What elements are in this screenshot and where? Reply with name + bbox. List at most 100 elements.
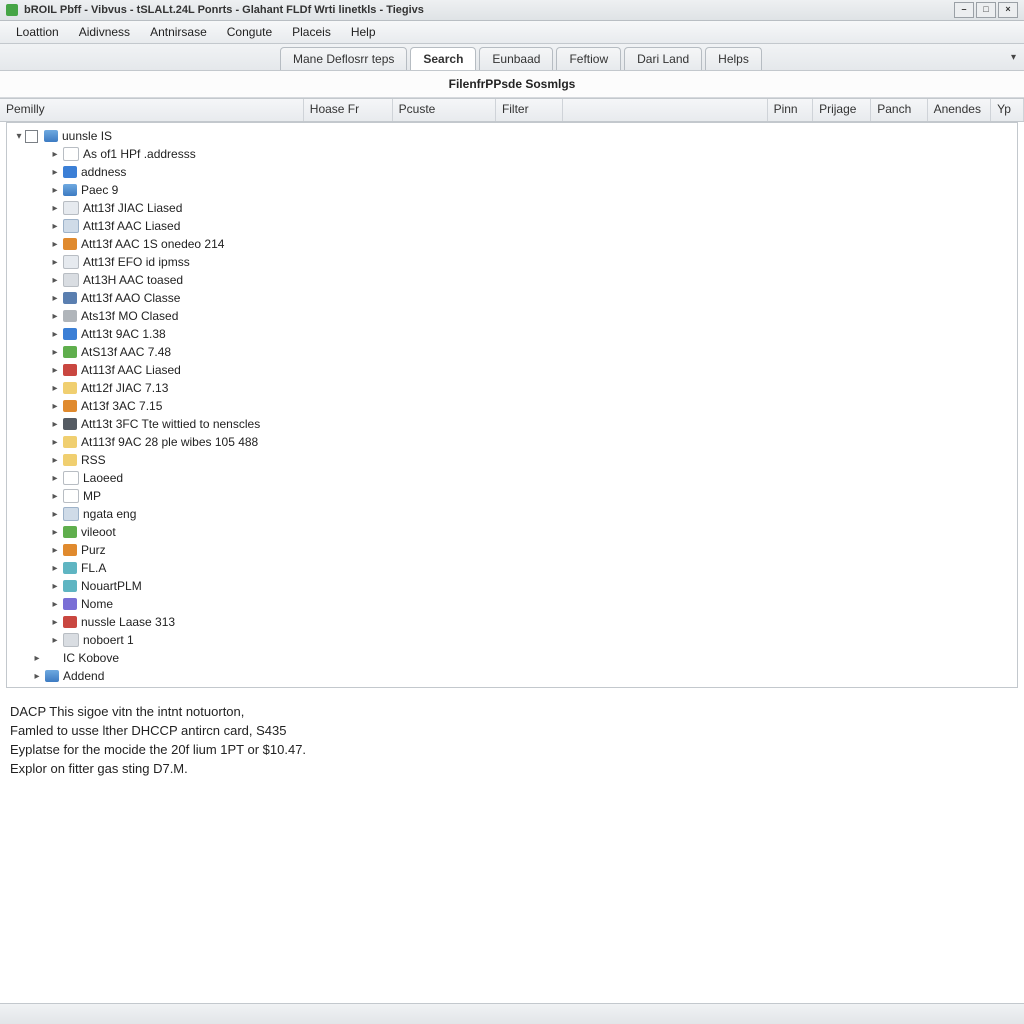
expand-icon[interactable]: ▸ <box>49 185 61 196</box>
node-icon <box>63 184 77 196</box>
tree-node[interactable]: ▸Att13t 3FC Tte wittied to nenscles <box>7 415 1017 433</box>
tree-node[interactable]: ▸FL.A <box>7 559 1017 577</box>
tree-node[interactable]: ▸NouartPLM <box>7 577 1017 595</box>
expand-icon[interactable]: ▸ <box>31 671 43 682</box>
node-icon <box>45 652 59 664</box>
tree-node[interactable]: ▸Paec 9 <box>7 181 1017 199</box>
menu-item[interactable]: Help <box>341 23 386 41</box>
minimize-button[interactable]: – <box>954 2 974 18</box>
node-label: Laoeed <box>83 471 123 485</box>
node-label: Att12f JIAC 7.13 <box>81 381 168 395</box>
expand-icon[interactable]: ▸ <box>49 635 61 646</box>
menu-item[interactable]: Congute <box>217 23 282 41</box>
expand-icon[interactable]: ▸ <box>49 347 61 358</box>
expand-icon[interactable]: ▸ <box>49 221 61 232</box>
tree-node[interactable]: ▸Ats13f MO Clased <box>7 307 1017 325</box>
expand-icon[interactable]: ▸ <box>49 167 61 178</box>
menu-item[interactable]: Loattion <box>6 23 69 41</box>
tree-node[interactable]: ▾uunsle IS <box>7 127 1017 145</box>
tree-node[interactable]: ▸At13f 3AC 7.15 <box>7 397 1017 415</box>
expand-icon[interactable]: ▸ <box>49 599 61 610</box>
tree-panel[interactable]: ▾uunsle IS▸As of1 HPf .addresss▸addness▸… <box>6 122 1018 688</box>
menu-item[interactable]: Placeis <box>282 23 341 41</box>
tree-node[interactable]: ▸MP <box>7 487 1017 505</box>
collapse-icon[interactable]: ▾ <box>13 131 25 142</box>
expand-icon[interactable]: ▸ <box>49 275 61 286</box>
tree-node[interactable]: ▸ Att12f JIAC 7.13 <box>7 379 1017 397</box>
expand-icon[interactable]: ▸ <box>49 365 61 376</box>
node-label: As of1 HPf .addresss <box>83 147 196 161</box>
expand-icon[interactable]: ▸ <box>49 383 61 394</box>
tree-node[interactable]: ▸IC Kobove <box>7 649 1017 667</box>
close-button[interactable]: × <box>998 2 1018 18</box>
column-header[interactable]: Pcuste <box>393 99 496 121</box>
expand-icon[interactable]: ▸ <box>49 545 61 556</box>
column-header[interactable]: Hoase Fr <box>304 99 393 121</box>
node-icon <box>63 544 77 556</box>
expand-icon[interactable]: ▸ <box>31 653 43 664</box>
expand-icon[interactable]: ▸ <box>49 419 61 430</box>
tree-node[interactable]: ▸Purz <box>7 541 1017 559</box>
expand-icon[interactable]: ▸ <box>49 473 61 484</box>
tree-node[interactable]: ▸At113f AAC Liased <box>7 361 1017 379</box>
tab-overflow-icon[interactable]: ▾ <box>1011 52 1016 63</box>
tree-node[interactable]: ▸Att13f AAO Classe <box>7 289 1017 307</box>
tree-node[interactable]: ▸RSS <box>7 451 1017 469</box>
tree-node[interactable]: ▸vileoot <box>7 523 1017 541</box>
expand-icon[interactable]: ▸ <box>49 563 61 574</box>
tree-node[interactable]: ▸Addend <box>7 667 1017 685</box>
node-icon <box>63 147 79 161</box>
tab[interactable]: Search <box>410 47 476 70</box>
column-header[interactable]: Anendes <box>928 99 992 121</box>
tree-node[interactable]: ▸Att13f JIAC Liased <box>7 199 1017 217</box>
expand-icon[interactable]: ▸ <box>49 527 61 538</box>
column-header[interactable]: Filter <box>496 99 563 121</box>
tree-node[interactable]: ▸addness <box>7 163 1017 181</box>
expand-icon[interactable]: ▸ <box>49 401 61 412</box>
expand-icon[interactable]: ▸ <box>49 491 61 502</box>
tree-node[interactable]: ▸Att13f AAC 1S onedeo 214 <box>7 235 1017 253</box>
tree-node[interactable]: ▸noboert 1 <box>7 631 1017 649</box>
expand-icon[interactable]: ▸ <box>49 257 61 268</box>
expand-icon[interactable]: ▸ <box>49 455 61 466</box>
tab[interactable]: Eunbaad <box>479 47 553 70</box>
tab[interactable]: Feftiow <box>556 47 621 70</box>
tree-node[interactable]: ▸ Laoeed <box>7 469 1017 487</box>
node-icon <box>63 364 77 376</box>
column-header[interactable]: Pemilly <box>0 99 304 121</box>
column-header[interactable]: Panch <box>871 99 927 121</box>
tree-node[interactable]: ▸ngata eng <box>7 505 1017 523</box>
expand-icon[interactable]: ▸ <box>49 311 61 322</box>
tree-node[interactable]: ▸AtS13f AAC 7.48 <box>7 343 1017 361</box>
tree-node[interactable]: ▸At113f 9AC 28 ple wibes 105 488 <box>7 433 1017 451</box>
column-header[interactable] <box>563 99 767 121</box>
column-header[interactable]: Yp <box>991 99 1024 121</box>
column-header[interactable]: Pinn <box>768 99 814 121</box>
tab[interactable]: Dari Land <box>624 47 702 70</box>
expand-icon[interactable]: ▸ <box>49 239 61 250</box>
tree-node[interactable]: ▸Nome <box>7 595 1017 613</box>
menu-item[interactable]: Antnirsase <box>140 23 217 41</box>
node-icon <box>63 328 77 340</box>
tree-node[interactable]: ▸At13H AAC toased <box>7 271 1017 289</box>
expand-icon[interactable]: ▸ <box>49 509 61 520</box>
expand-icon[interactable]: ▸ <box>49 581 61 592</box>
tree-node[interactable]: ▸Att13t 9AC 1.38 <box>7 325 1017 343</box>
expand-icon[interactable]: ▸ <box>49 149 61 160</box>
tree-node[interactable]: ▸ As of1 HPf .addresss <box>7 145 1017 163</box>
tree-node[interactable]: ▸Att13f EFO id ipmss <box>7 253 1017 271</box>
node-icon <box>63 507 79 521</box>
column-header[interactable]: Prijage <box>813 99 871 121</box>
checkbox[interactable] <box>25 130 38 143</box>
expand-icon[interactable]: ▸ <box>49 293 61 304</box>
tab[interactable]: Mane Deflosrr teps <box>280 47 407 70</box>
tab[interactable]: Helps <box>705 47 762 70</box>
expand-icon[interactable]: ▸ <box>49 329 61 340</box>
expand-icon[interactable]: ▸ <box>49 437 61 448</box>
maximize-button[interactable]: □ <box>976 2 996 18</box>
tree-node[interactable]: ▸Att13f AAC Liased <box>7 217 1017 235</box>
menu-item[interactable]: Aidivness <box>69 23 140 41</box>
tree-node[interactable]: ▸nussle Laase 313 <box>7 613 1017 631</box>
expand-icon[interactable]: ▸ <box>49 203 61 214</box>
expand-icon[interactable]: ▸ <box>49 617 61 628</box>
